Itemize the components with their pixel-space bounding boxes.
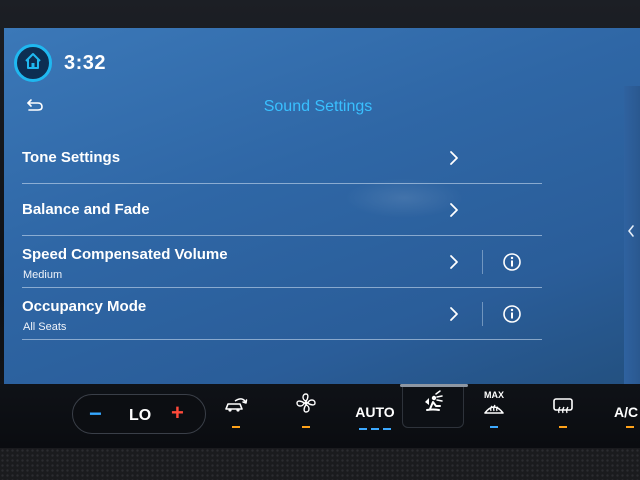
auto-indicator: [371, 428, 379, 430]
temperature-control: − LO +: [72, 394, 206, 434]
recirculation-indicator: [232, 426, 240, 428]
fan-indicator: [302, 426, 310, 428]
rear-defrost-indicator: [559, 426, 567, 428]
setting-label: Balance and Fade: [22, 201, 150, 218]
auto-indicator: [359, 428, 367, 430]
seat-airflow-icon: [421, 389, 447, 420]
title-row: Sound Settings: [4, 92, 624, 122]
chevron-right-icon: [446, 252, 462, 272]
chevron-right-icon: [446, 304, 462, 324]
home-button[interactable]: [14, 44, 52, 82]
seat-airflow-button[interactable]: [418, 390, 450, 440]
setting-label: Speed Compensated Volume: [22, 246, 228, 263]
setting-label: Tone Settings: [22, 149, 121, 166]
drag-handle[interactable]: [400, 384, 468, 387]
chevron-right-icon: [446, 200, 462, 220]
page-title: Sound Settings: [263, 98, 373, 115]
auto-button[interactable]: AUTO: [352, 390, 398, 440]
ac-indicator: [626, 426, 634, 428]
max-defrost-button[interactable]: MAX: [476, 390, 512, 440]
auto-indicator: [383, 428, 391, 430]
dashboard-texture: [0, 448, 640, 480]
chevron-left-icon: [627, 225, 635, 242]
side-panel-handle[interactable]: [626, 224, 636, 244]
temp-up-button[interactable]: +: [171, 400, 184, 426]
info-icon[interactable]: [502, 304, 522, 324]
recirculation-icon: [223, 395, 249, 420]
temp-down-button[interactable]: −: [89, 401, 102, 427]
recirculation-button[interactable]: [220, 390, 252, 440]
max-defrost-indicator: [490, 426, 498, 428]
info-icon[interactable]: [502, 252, 522, 272]
fan-button[interactable]: [290, 390, 322, 440]
setting-row-tone[interactable]: Tone Settings: [22, 132, 542, 184]
setting-row-occupancy-mode[interactable]: Occupancy Mode All Seats: [22, 288, 542, 340]
climate-bar: − LO + AUTO MAX A/C: [0, 384, 640, 448]
row-divider: [482, 302, 483, 326]
fan-icon: [294, 391, 318, 420]
auto-label: AUTO: [355, 404, 395, 420]
ac-label: A/C: [614, 404, 639, 420]
max-defrost-icon: [482, 399, 506, 420]
temperature-value: LO: [129, 407, 152, 424]
ac-button[interactable]: A/C: [614, 390, 640, 440]
infotainment-screen: 3:32 Sound Settings Tone Settings Balanc…: [4, 28, 640, 388]
home-icon: [23, 51, 43, 76]
row-divider: [482, 250, 483, 274]
setting-value: All Seats: [23, 321, 67, 333]
setting-row-balance-fade[interactable]: Balance and Fade: [22, 184, 542, 236]
auto-indicators: [359, 428, 391, 430]
rear-defrost-icon: [552, 397, 574, 420]
clock: 3:32: [64, 52, 107, 74]
setting-value: Medium: [23, 269, 63, 281]
setting-label: Occupancy Mode: [22, 298, 147, 315]
status-bar: 3:32: [4, 28, 640, 86]
settings-list: Tone Settings Balance and Fade Speed Com…: [22, 132, 542, 340]
setting-row-speed-compensated-volume[interactable]: Speed Compensated Volume Medium: [22, 236, 542, 288]
rear-defrost-button[interactable]: [546, 390, 580, 440]
chevron-right-icon: [446, 148, 462, 168]
